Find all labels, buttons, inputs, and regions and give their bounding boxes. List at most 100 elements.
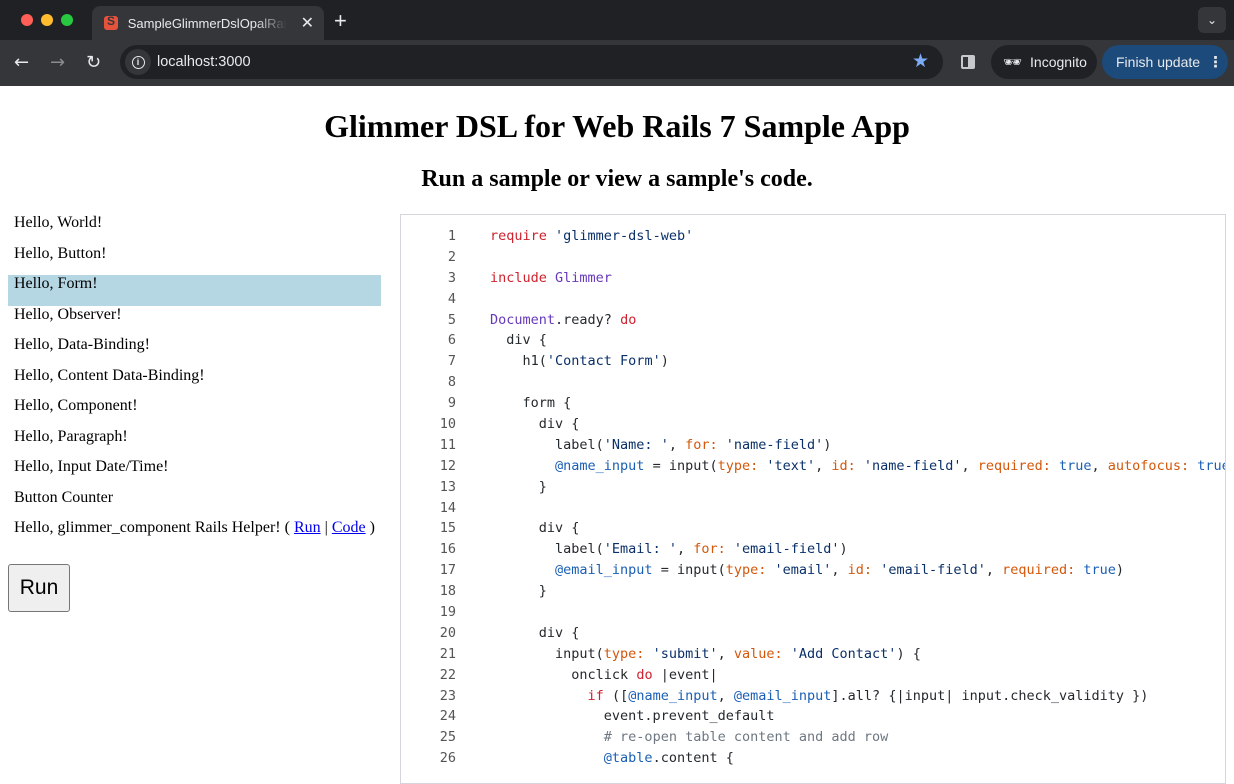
code-line: 23 if ([@name_input, @email_input].all? … <box>401 688 1225 709</box>
code-token: 'Add Contact' <box>782 645 897 662</box>
code-token: |event| <box>652 666 718 683</box>
sample-item-helper[interactable]: Hello, glimmer_component Rails Helper! (… <box>8 519 381 550</box>
code-line: 1 require 'glimmer-dsl-web' <box>401 228 1225 249</box>
code-token: 'submit' <box>644 645 718 662</box>
sample-item[interactable]: Hello, Component! <box>8 397 381 428</box>
line-number: 13 <box>439 478 456 495</box>
code-token: @table <box>603 750 653 767</box>
line-number: 19 <box>439 604 456 621</box>
code-token: @name_input <box>555 457 645 474</box>
sample-item[interactable]: Hello, Input Date/Time! <box>8 458 381 489</box>
code-token: ) <box>823 436 832 453</box>
code-token: .ready? <box>555 311 621 328</box>
code-text: @email_input = input(type: 'email', id: … <box>490 562 1124 578</box>
line-number: 7 <box>447 353 456 370</box>
new-tab-button[interactable]: + <box>334 8 347 34</box>
code-line: 22 onclick do |event| <box>401 667 1225 688</box>
line-number: 22 <box>439 666 456 683</box>
tab-search-chevron-down-icon[interactable]: ⌄ <box>1198 7 1226 33</box>
code-token: include <box>490 269 547 286</box>
browser-toolbar: ← → ↻ i localhost:3000 ★ 🕶 Incognito Fin… <box>0 40 1234 86</box>
reload-icon[interactable]: ↻ <box>86 52 101 73</box>
sample-item[interactable]: Hello, Data-Binding! <box>8 336 381 367</box>
line-number: 25 <box>439 729 456 746</box>
incognito-icon: 🕶 <box>1003 53 1023 71</box>
address-bar[interactable]: i localhost:3000 ★ <box>120 45 943 79</box>
code-line: 24 event.prevent_default <box>401 708 1225 729</box>
finish-update-button[interactable]: Finish update ⋮ <box>1102 45 1228 79</box>
line-number: 23 <box>439 687 456 704</box>
code-text: div { <box>490 520 580 537</box>
code-token: do <box>636 666 653 683</box>
code-token: 'glimmer-dsl-web' <box>546 228 694 244</box>
code-line: 10 div { <box>401 416 1225 437</box>
code-line: 21 input(type: 'submit', value: 'Add Con… <box>401 646 1225 667</box>
code-text: include Glimmer <box>490 270 612 286</box>
side-panel-icon[interactable] <box>961 55 975 69</box>
code-line: 16 label('Email: ', for: 'email-field') <box>401 541 1225 562</box>
forward-arrow-icon[interactable]: → <box>50 52 65 73</box>
tab-title: SampleGlimmerDslOpalRails7 <box>127 15 287 31</box>
line-number: 6 <box>447 332 456 349</box>
window-controls <box>21 14 73 26</box>
sample-item[interactable]: Hello, Observer! <box>8 306 381 337</box>
browser-tab[interactable]: SampleGlimmerDslOpalRails7 ✕ <box>92 6 324 40</box>
code-token: div { <box>490 520 580 537</box>
code-text: div { <box>490 625 580 641</box>
sample-item[interactable]: Hello, Button! <box>8 245 381 276</box>
code-token: value: <box>733 645 783 662</box>
incognito-indicator[interactable]: 🕶 Incognito <box>991 45 1097 79</box>
sample-item[interactable]: Hello, Paragraph! <box>8 428 381 459</box>
favicon-icon <box>104 14 118 30</box>
close-window-button[interactable] <box>21 14 33 26</box>
code-lines: 1 require 'glimmer-dsl-web' 2 3 include Glim… <box>401 215 1225 771</box>
page-title: Glimmer DSL for Web Rails 7 Sample App <box>324 108 910 144</box>
run-link[interactable]: Run <box>294 519 321 536</box>
code-token: , <box>1091 457 1108 474</box>
maximize-window-button[interactable] <box>61 14 73 26</box>
site-info-icon[interactable]: i <box>125 49 151 75</box>
sample-item[interactable]: Hello, World! <box>8 214 381 245</box>
sample-item[interactable]: Hello, Form! <box>8 275 381 306</box>
page-content: Glimmer DSL for Web Rails 7 Sample App R… <box>0 86 1234 784</box>
sample-item[interactable]: Button Counter <box>8 489 381 520</box>
code-line: 4 <box>401 291 1225 312</box>
more-menu-icon[interactable]: ⋮ <box>1208 53 1223 71</box>
code-token: @email_input <box>555 562 653 579</box>
run-button[interactable]: Run <box>8 564 70 612</box>
sample-list: Hello, World! Hello, Button! Hello, Form! H… <box>8 214 381 550</box>
bookmark-star-icon[interactable]: ★ <box>912 50 929 72</box>
code-token: h1( <box>490 353 547 370</box>
code-text: onclick do |event| <box>490 666 718 683</box>
close-tab-icon[interactable]: ✕ <box>301 13 314 33</box>
code-line: 13 } <box>401 479 1225 500</box>
code-token: ) <box>660 353 669 370</box>
line-number: 5 <box>447 311 456 328</box>
code-line: 18 } <box>401 583 1225 604</box>
url-text[interactable]: localhost:3000 <box>157 54 251 70</box>
code-text: # re-open table content and add row <box>490 729 888 745</box>
line-number: 11 <box>439 436 456 453</box>
back-arrow-icon[interactable]: ← <box>14 52 29 73</box>
code-token: input( <box>490 645 604 662</box>
code-line: 19 <box>401 604 1225 625</box>
browser-titlebar: SampleGlimmerDslOpalRails7 ✕ + ⌄ <box>0 0 1234 40</box>
code-viewer[interactable]: 1 require 'glimmer-dsl-web' 2 3 include Glim… <box>400 214 1226 784</box>
code-text: Document.ready? do <box>490 312 636 328</box>
code-token: id: <box>831 457 856 474</box>
code-link[interactable]: Code <box>332 519 366 536</box>
code-token: true <box>1189 457 1226 474</box>
code-token: = input( <box>652 562 726 579</box>
line-number: 20 <box>439 624 456 641</box>
sample-item[interactable]: Hello, Content Data-Binding! <box>8 367 381 398</box>
line-number: 8 <box>447 374 456 391</box>
code-text: } <box>490 583 547 599</box>
code-line: 9 form { <box>401 395 1225 416</box>
minimize-window-button[interactable] <box>41 14 53 26</box>
code-token: ([ <box>603 687 629 704</box>
code-text: require 'glimmer-dsl-web' <box>490 228 693 244</box>
code-token: 'Name: ' <box>603 436 669 453</box>
line-number: 21 <box>439 645 456 662</box>
